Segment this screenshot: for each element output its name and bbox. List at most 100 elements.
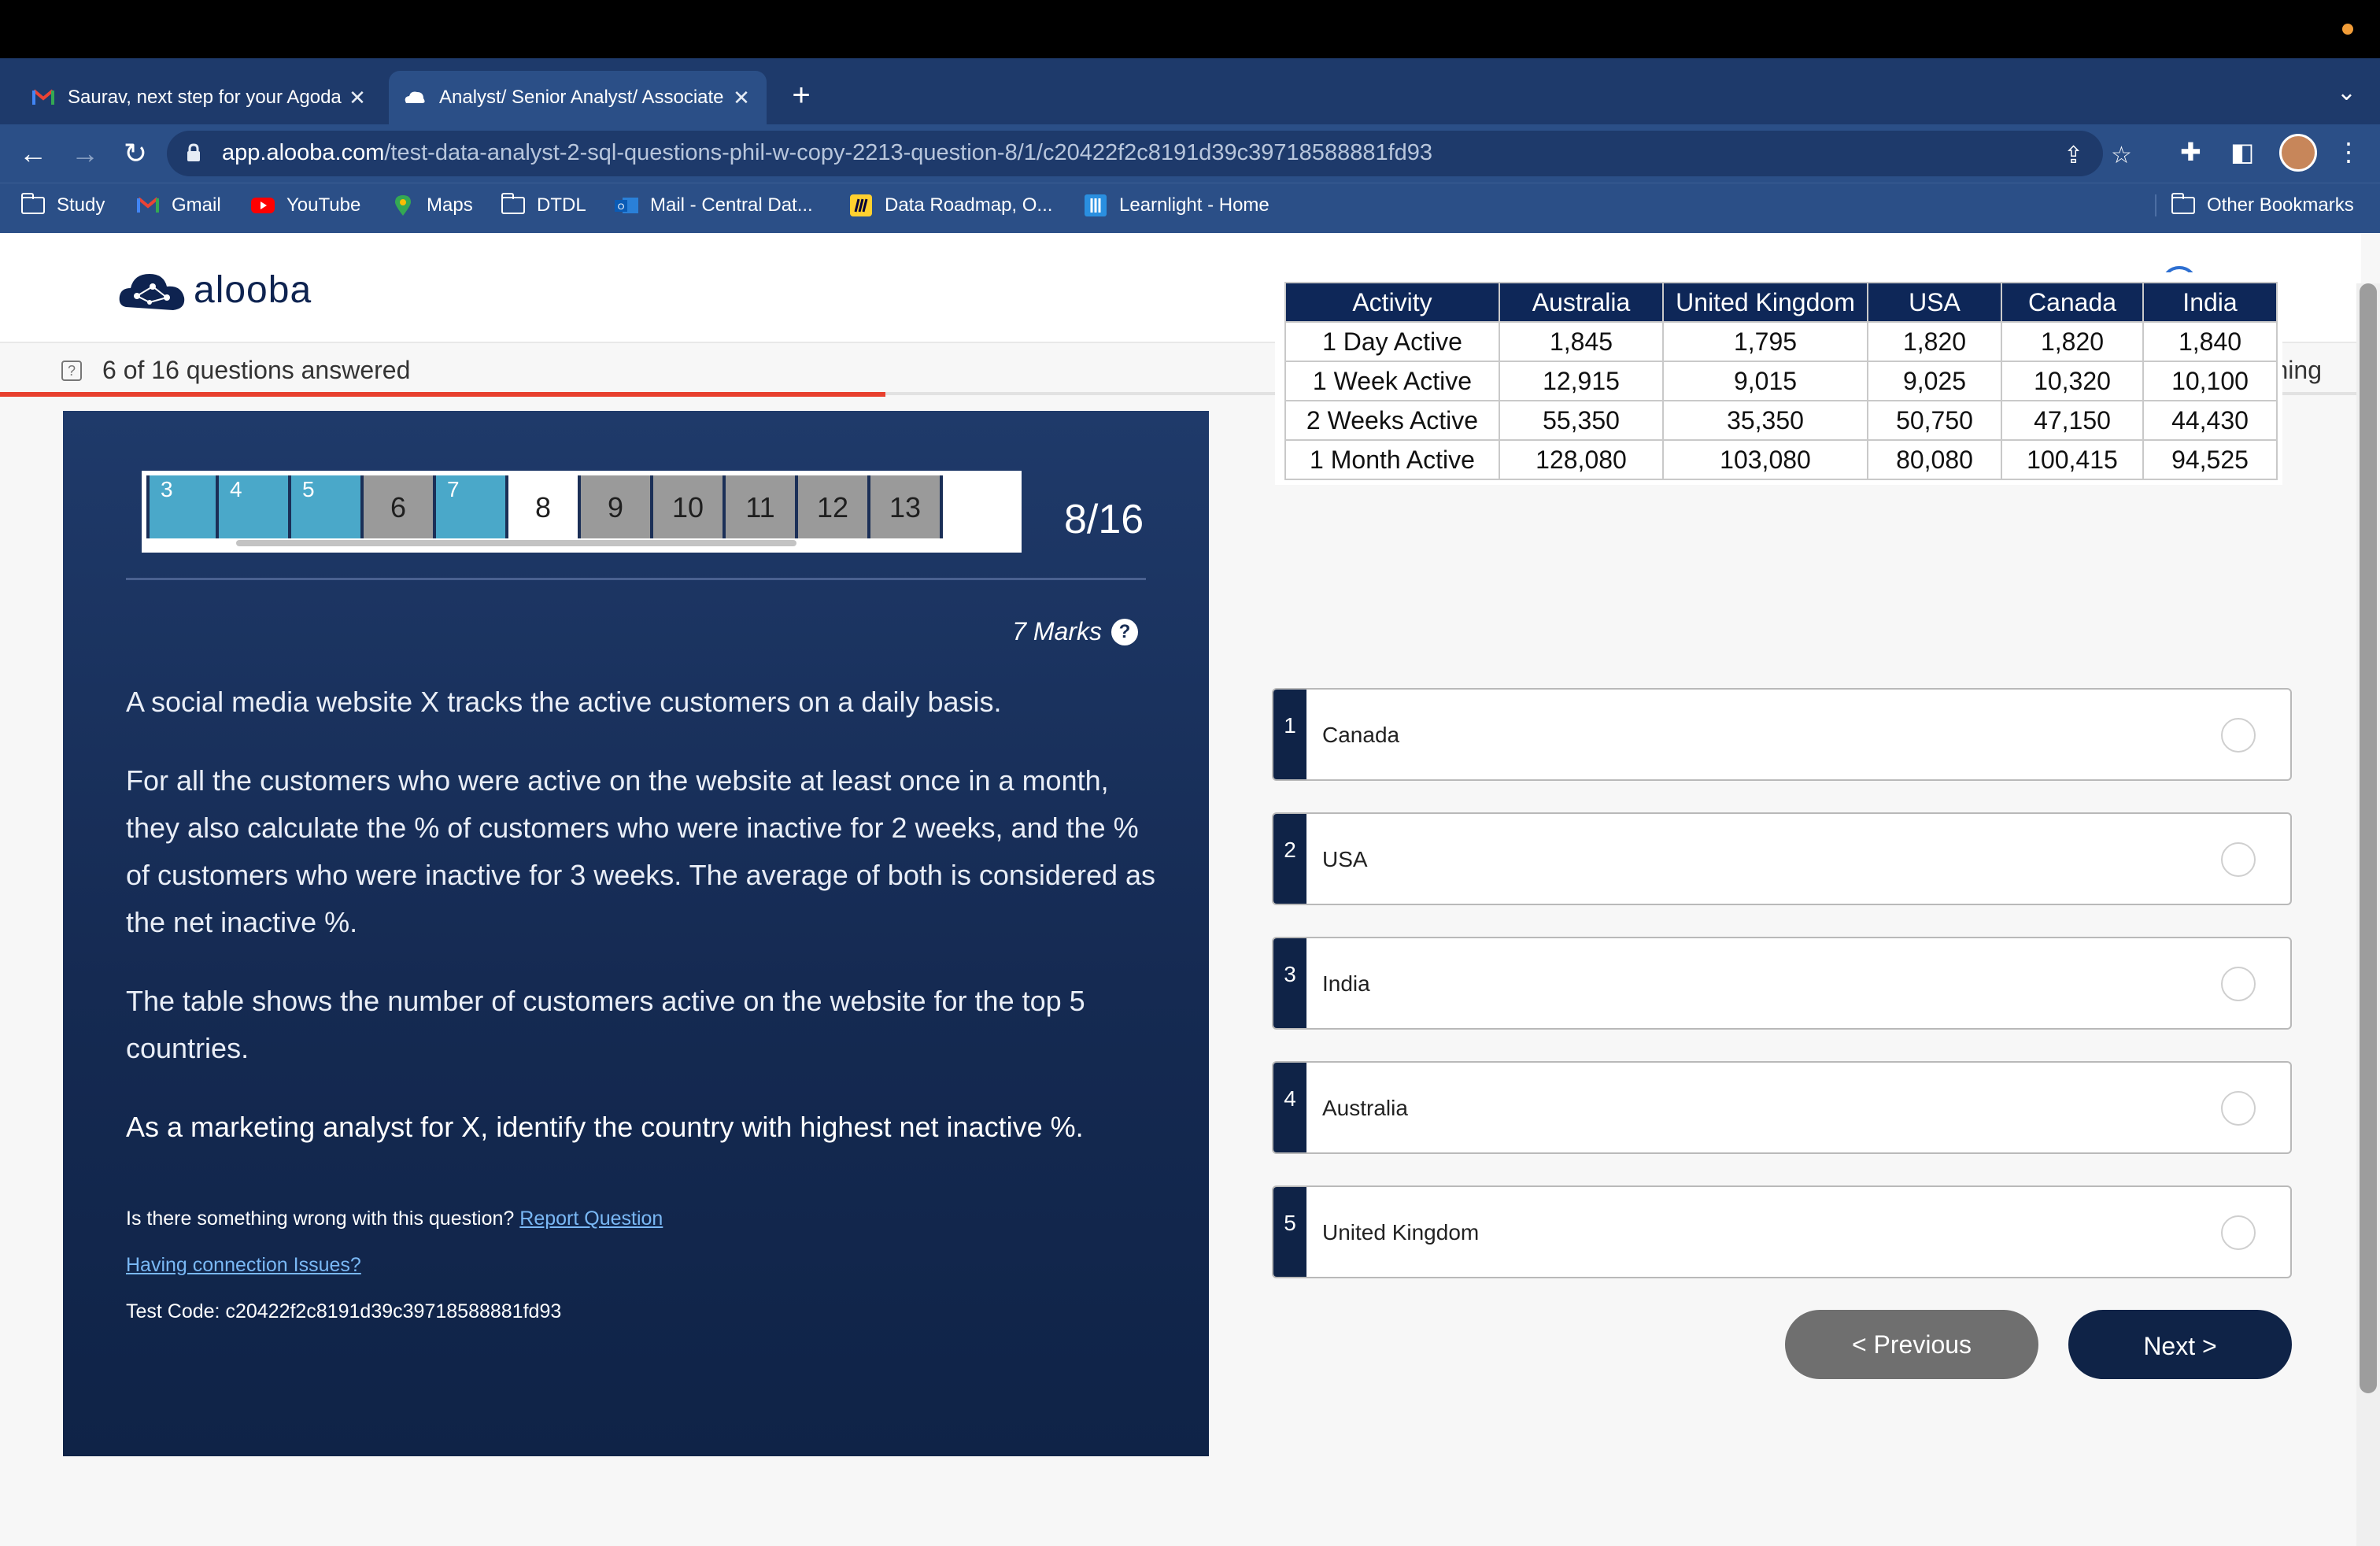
bookmark-gmail[interactable]: Gmail	[135, 194, 221, 216]
nav-question-12[interactable]: 12	[798, 475, 870, 538]
question-counter: 8/16	[1064, 497, 1144, 542]
youtube-icon	[250, 195, 275, 216]
scrollbar-thumb[interactable]	[2360, 283, 2377, 1393]
table-cell: 94,525	[2142, 439, 2278, 480]
answer-option-canada[interactable]: 1 Canada	[1272, 688, 2292, 781]
option-number: 1	[1273, 690, 1306, 779]
activity-table: Activity Australia United Kingdom USA Ca…	[1284, 282, 2278, 480]
tab-alooba[interactable]: Analyst/ Senior Analyst/ Associate ✕	[389, 71, 767, 124]
bookmark-study[interactable]: Study	[20, 193, 105, 216]
share-icon[interactable]: ⇪	[2064, 142, 2083, 169]
maps-icon	[390, 195, 416, 216]
nav-question-7[interactable]: 7	[436, 475, 508, 538]
chevron-down-icon[interactable]: ⌄	[2337, 79, 2356, 106]
kebab-menu-icon[interactable]: ⋮	[2336, 137, 2361, 167]
recording-indicator	[2342, 24, 2353, 35]
nav-question-10[interactable]: 10	[653, 475, 726, 538]
side-panel-icon[interactable]: ◧	[2230, 137, 2254, 167]
report-question-link[interactable]: Report Question	[519, 1208, 663, 1230]
nav-question-9[interactable]: 9	[581, 475, 653, 538]
column-header: Activity	[1284, 282, 1500, 323]
bookmark-star-icon[interactable]: ☆	[2111, 142, 2132, 169]
bookmark-youtube[interactable]: YouTube	[250, 194, 360, 216]
address-bar[interactable]: app.alooba.com/test-data-analyst-2-sql-q…	[167, 131, 2132, 176]
table-cell: 103,080	[1662, 439, 1868, 480]
folder-icon	[20, 193, 46, 216]
question-navigator: 3 4 5 6 7 8 9 10 11 12 13	[142, 471, 1022, 553]
os-top-bar	[0, 0, 2380, 58]
learnlight-icon	[1083, 194, 1108, 216]
option-radio[interactable]	[2221, 1215, 2256, 1250]
nav-question-11[interactable]: 11	[726, 475, 798, 538]
table-cell: 100,415	[2001, 439, 2144, 480]
option-radio[interactable]	[2221, 718, 2256, 753]
page-scrollbar[interactable]	[2356, 283, 2380, 1546]
navigator-scrollbar[interactable]	[236, 540, 796, 546]
forward-arrow-icon[interactable]: →	[68, 137, 102, 172]
table-row: 1 Week Active 12,915 9,015 9,025 10,320 …	[1284, 361, 2278, 401]
extensions-puzzle-icon[interactable]: ✚	[2180, 137, 2201, 167]
answer-option-usa[interactable]: 2 USA	[1272, 812, 2292, 905]
bookmark-label: YouTube	[286, 194, 361, 216]
bookmark-mail-central[interactable]: O Mail - Central Dat...	[614, 194, 813, 216]
option-number: 4	[1273, 1063, 1306, 1152]
table-row: 2 Weeks Active 55,350 35,350 50,750 47,1…	[1284, 400, 2278, 441]
table-cell: 1 Month Active	[1284, 439, 1500, 480]
column-header: India	[2142, 282, 2278, 323]
back-arrow-icon[interactable]: ←	[16, 137, 50, 172]
table-cell: 12,915	[1499, 361, 1664, 401]
connection-issues-link[interactable]: Having connection Issues?	[126, 1254, 361, 1276]
table-cell: 9,025	[1867, 361, 2002, 401]
tab-title: Saurav, next step for your Agoda	[68, 87, 342, 108]
option-number: 5	[1273, 1187, 1306, 1277]
table-cell: 1 Week Active	[1284, 361, 1500, 401]
new-tab-button[interactable]: +	[784, 79, 819, 113]
marks-text: 7 Marks	[1012, 617, 1102, 645]
previous-button[interactable]: < Previous	[1785, 1310, 2038, 1379]
close-tab-icon[interactable]: ✕	[346, 86, 368, 110]
answer-option-india[interactable]: 3 India	[1272, 937, 2292, 1030]
bookmark-data-roadmap[interactable]: Data Roadmap, O...	[848, 194, 1052, 216]
answer-option-united-kingdom[interactable]: 5 United Kingdom	[1272, 1185, 2292, 1278]
avatar[interactable]	[2279, 134, 2317, 172]
answer-option-australia[interactable]: 4 Australia	[1272, 1061, 2292, 1154]
column-header: United Kingdom	[1662, 282, 1868, 323]
bookmark-maps[interactable]: Maps	[390, 194, 473, 216]
table-cell: 50,750	[1867, 400, 2002, 441]
bookmark-learnlight[interactable]: Learnlight - Home	[1083, 194, 1269, 216]
bookmark-label: Gmail	[172, 194, 221, 216]
question-paragraph: The table shows the number of customers …	[126, 985, 1085, 1064]
reload-icon[interactable]: ↻	[118, 137, 153, 172]
option-radio[interactable]	[2221, 967, 2256, 1001]
close-tab-icon[interactable]: ✕	[730, 86, 752, 110]
nav-question-13[interactable]: 13	[870, 475, 943, 538]
bookmark-label: Learnlight - Home	[1119, 194, 1269, 216]
nav-question-4[interactable]: 4	[219, 475, 291, 538]
bookmark-dtdl[interactable]: DTDL	[501, 193, 586, 216]
option-number: 3	[1273, 938, 1306, 1028]
option-label: Canada	[1322, 723, 1400, 747]
report-prompt: Is there something wrong with this quest…	[126, 1208, 515, 1230]
option-radio[interactable]	[2221, 1091, 2256, 1126]
table-cell: 2 Weeks Active	[1284, 400, 1500, 441]
next-button[interactable]: Next >	[2068, 1310, 2292, 1379]
question-mark-icon[interactable]: ?	[1111, 618, 1138, 645]
nav-question-6[interactable]: 6	[364, 475, 436, 538]
bookmark-label: Mail - Central Dat...	[650, 194, 813, 216]
tab-gmail[interactable]: Saurav, next step for your Agoda ✕	[17, 71, 382, 124]
gmail-icon	[31, 86, 55, 109]
page-content: alooba ? ? 6 of 16 questions answered 7 …	[0, 233, 2380, 1546]
table-row: 1 Month Active 128,080 103,080 80,080 10…	[1284, 439, 2278, 480]
option-label: United Kingdom	[1322, 1220, 1480, 1245]
table-cell: 9,015	[1662, 361, 1868, 401]
table-cell: 128,080	[1499, 439, 1664, 480]
nav-question-5[interactable]: 5	[291, 475, 364, 538]
option-radio[interactable]	[2221, 842, 2256, 877]
other-bookmarks[interactable]: Other Bookmarks	[2155, 193, 2354, 216]
nav-question-8[interactable]: 8	[508, 475, 581, 538]
question-footer: Is there something wrong with this quest…	[126, 1208, 663, 1347]
nav-question-3[interactable]: 3	[146, 475, 219, 538]
column-header: Australia	[1499, 282, 1664, 323]
alooba-logo[interactable]: alooba	[118, 263, 312, 316]
tab-strip: Saurav, next step for your Agoda ✕ Analy…	[0, 58, 2380, 124]
